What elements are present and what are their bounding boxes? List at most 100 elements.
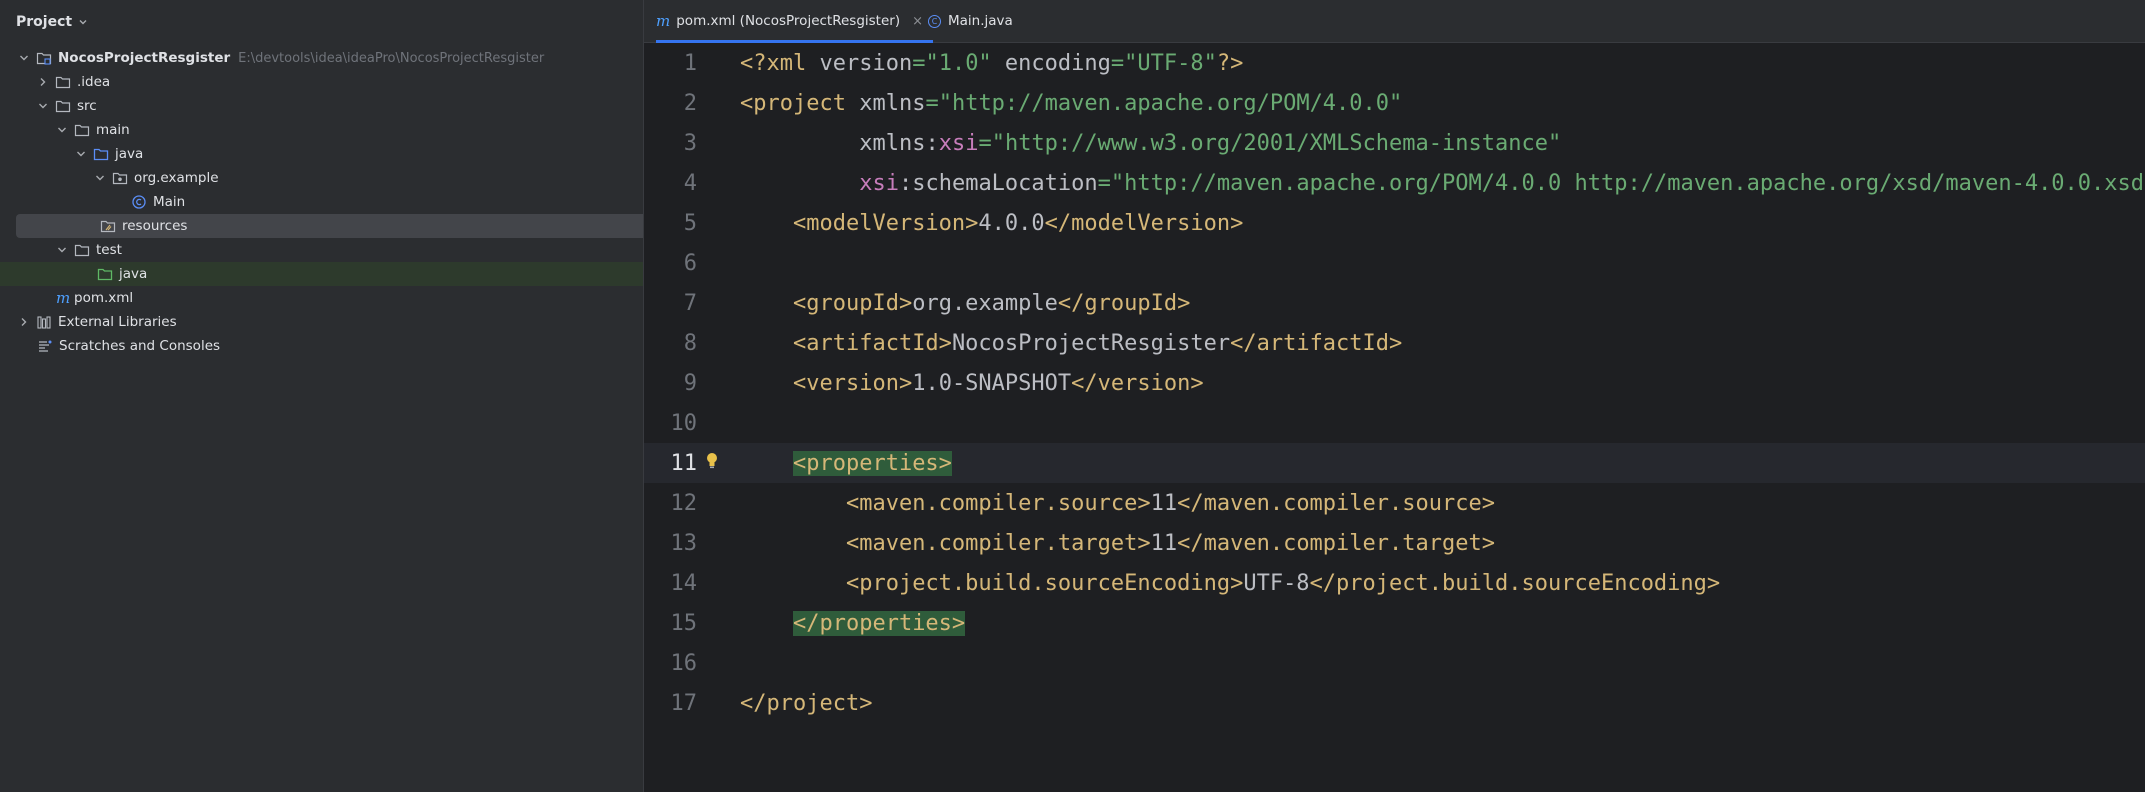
tab-label: Main.java [948, 13, 1013, 29]
code-editor[interactable]: 1 <?xml version="1.0" encoding="UTF-8"?>… [644, 43, 2145, 792]
tree-item-label: Scratches and Consoles [59, 338, 221, 354]
project-view-selector[interactable]: Project [16, 11, 88, 33]
line-number: 7 [683, 290, 697, 316]
line-number: 4 [683, 170, 697, 196]
chevron-down-icon [79, 20, 87, 25]
tree-item-label: src [77, 98, 97, 114]
line-number: 17 [670, 690, 698, 716]
code-line: 14 <project.build.sourceEncoding>UTF-8</… [644, 563, 2145, 603]
tree-item-external-libraries[interactable]: External Libraries [0, 310, 661, 334]
project-tool-window: Project NocosProjectResgister E:\devtool… [0, 0, 734, 792]
code-line: 17 </project> [644, 683, 2145, 723]
tree-item-label: main [96, 122, 130, 138]
chevron-down-icon[interactable] [37, 100, 49, 112]
tree-item-main[interactable]: main [0, 118, 699, 142]
package-icon [112, 172, 128, 185]
tree-item-label: pom.xml [74, 290, 134, 306]
source-folder-icon [93, 148, 109, 161]
library-icon [37, 316, 51, 329]
line-content: <modelVersion>4.0.0</modelVersion> [792, 210, 1244, 236]
tree-item-src[interactable]: src [0, 94, 680, 118]
code-line: 2 <project xmlns="http://maven.apache.or… [644, 83, 2145, 123]
tab-main-java[interactable]: C Main.java [928, 0, 1013, 42]
code-line: 5 <modelVersion>4.0.0</modelVersion> [644, 203, 2145, 243]
line-number: 1 [683, 50, 697, 76]
tree-item-label: Main [153, 194, 186, 210]
line-number: 3 [683, 130, 697, 156]
line-content: <project xmlns="http://maven.apache.org/… [740, 90, 1403, 116]
line-content: xmlns:xsi="http://www.w3.org/2001/XMLSch… [859, 130, 1562, 156]
line-content: <groupId>org.example</groupId> [792, 290, 1191, 316]
maven-icon: m [56, 289, 71, 307]
folder-icon [55, 76, 71, 89]
code-line: 6 [644, 243, 2145, 283]
tree-item-pom[interactable]: m pom.xml [0, 286, 693, 310]
line-number: 13 [670, 530, 698, 556]
tree-item-project-root[interactable]: NocosProjectResgister E:\devtools\idea\i… [0, 46, 661, 70]
tree-item-label: org.example [134, 170, 219, 186]
line-content: <version>1.0-SNAPSHOT</version> [792, 370, 1204, 396]
project-path: E:\devtools\idea\ideaPro\NocosProjectRes… [238, 50, 545, 66]
resources-folder-icon [100, 220, 116, 233]
tree-item-label: External Libraries [58, 314, 177, 330]
line-content: </project> [740, 690, 873, 716]
line-content: <project.build.sourceEncoding>UTF-8</pro… [845, 570, 1721, 596]
line-content: <maven.compiler.target>11</maven.compile… [845, 530, 1495, 556]
java-class-icon: C [928, 14, 941, 28]
java-class-icon [132, 195, 146, 209]
line-content: </properties> [740, 610, 966, 636]
chevron-right-icon[interactable] [18, 316, 30, 328]
chevron-down-icon[interactable] [56, 244, 68, 256]
line-number: 2 [683, 90, 697, 116]
tab-label: pom.xml (NocosProjectResgister) [676, 13, 901, 29]
panel-title: Project [16, 14, 73, 30]
code-line: 1 <?xml version="1.0" encoding="UTF-8"?> [644, 43, 2145, 83]
chevron-down-icon[interactable] [94, 172, 106, 184]
tree-item-test-java[interactable]: java [0, 262, 734, 286]
folder-icon [55, 100, 71, 113]
tree-item-java-sources[interactable]: java [0, 142, 718, 166]
tree-item-org-example[interactable]: org.example [0, 166, 737, 190]
chevron-down-icon[interactable] [56, 124, 68, 136]
chevron-down-icon[interactable] [18, 52, 30, 64]
line-number: 15 [670, 610, 698, 636]
line-number: 6 [683, 250, 697, 276]
code-line: 3 xmlns:xsi="http://www.w3.org/2001/XMLS… [644, 123, 2145, 163]
scratches-icon [39, 340, 52, 352]
tree-item-scratches[interactable]: Scratches and Consoles [0, 334, 674, 358]
chevron-right-icon[interactable] [37, 76, 49, 88]
tree-item-label: NocosProjectResgister [58, 50, 231, 66]
tree-item-label: java [115, 146, 144, 162]
tab-pom-xml[interactable]: m pom.xml (NocosProjectResgister) × [656, 0, 934, 43]
code-line: 10 [644, 403, 2145, 443]
tree-item-resources[interactable]: resources [16, 214, 709, 238]
lightbulb-icon[interactable] [705, 451, 719, 471]
line-number: 12 [670, 490, 698, 516]
line-content: xsi:schemaLocation="http://maven.apache.… [859, 170, 2145, 196]
test-source-folder-icon [97, 268, 113, 281]
chevron-down-icon[interactable] [75, 148, 87, 160]
line-number: 11 [670, 450, 698, 476]
line-content: <artifactId>NocosProjectResgister</artif… [792, 330, 1403, 356]
line-number: 10 [670, 410, 698, 436]
code-line: 7 <groupId>org.example</groupId> [644, 283, 2145, 323]
code-line: 16 [644, 643, 2145, 683]
editor-tab-bar: m pom.xml (NocosProjectResgister) × C Ma… [644, 0, 2145, 43]
line-number: 8 [683, 330, 697, 356]
close-icon[interactable]: × [912, 14, 923, 29]
code-line-current: 11 <properties> [644, 443, 2145, 483]
line-content: <maven.compiler.source>11</maven.compile… [845, 490, 1495, 516]
line-content: <?xml version="1.0" encoding="UTF-8"?> [740, 50, 1244, 76]
tree-item-label: .idea [77, 74, 111, 90]
line-number: 14 [670, 570, 698, 596]
code-line: 12 <maven.compiler.source>11</maven.comp… [644, 483, 2145, 523]
tree-item-idea[interactable]: .idea [0, 70, 680, 94]
folder-icon [74, 124, 90, 137]
tree-item-test[interactable]: test [0, 238, 699, 262]
code-line: 4 xsi:schemaLocation="http://maven.apach… [644, 163, 2145, 203]
module-folder-icon [36, 52, 52, 65]
line-number: 5 [683, 210, 697, 236]
tree-item-label: test [96, 242, 122, 258]
maven-icon: m [656, 12, 671, 30]
code-line: 8 <artifactId>NocosProjectResgister</art… [644, 323, 2145, 363]
